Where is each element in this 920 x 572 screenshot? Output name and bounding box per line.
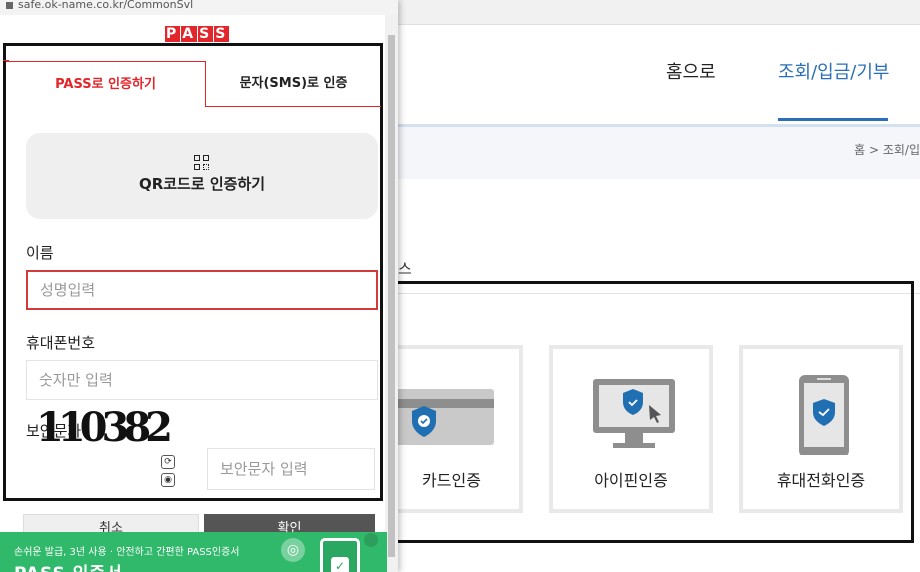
breadcrumb: 홈 > 조회/입 [854, 143, 920, 157]
qr-auth-button[interactable]: QR코드로 인증하기 [26, 133, 378, 219]
auth-popup-window: safe.ok-name.co.kr/CommonSvl PASS PASS로 … [0, 0, 398, 572]
phone-number-label: 휴대폰번호 [26, 334, 96, 352]
lock-icon [6, 1, 13, 9]
pass-cert-banner[interactable]: 손쉬운 발급, 3년 사용 · 안전하고 간편한 PASS인증서 PASS 인증… [0, 532, 387, 572]
captcha-input[interactable]: 보안문자 입력 [207, 448, 375, 490]
qr-auth-label: QR코드로 인증하기 [138, 175, 266, 193]
section-title-fragment: 스 [398, 260, 412, 278]
captcha-refresh-icon[interactable]: ⟳ [161, 455, 175, 469]
tab-sms-auth[interactable]: 문자(SMS)로 인증 [206, 61, 381, 107]
banner-close-icon[interactable] [364, 533, 378, 547]
banner-title: PASS 인증서 [14, 559, 123, 572]
popup-url-bar: safe.ok-name.co.kr/CommonSvl [0, 0, 398, 15]
annotation-box-site [389, 281, 914, 543]
popup-url-text: safe.ok-name.co.kr/CommonSvl [18, 0, 194, 11]
breadcrumb-band: 홈 > 조회/입 [398, 124, 920, 179]
scrollbar-thumb[interactable] [388, 35, 395, 557]
nav-active-underline [778, 118, 888, 121]
phone-number-input[interactable]: 숫자만 입력 [26, 360, 378, 400]
tab-pass-auth[interactable]: PASS로 인증하기 [6, 61, 206, 107]
qr-code-icon [194, 155, 210, 171]
banner-subtitle: 손쉬운 발급, 3년 사용 · 안전하고 간편한 PASS인증서 [14, 547, 240, 558]
fingerprint-icon: ◎ [281, 538, 305, 562]
pass-logo: PASS [165, 26, 230, 42]
name-label: 이름 [26, 244, 54, 262]
captcha-image: 110382 [36, 404, 173, 451]
nav-query-deposit-donation-link[interactable]: 조회/입금/기부 [778, 58, 890, 84]
nav-home-link[interactable]: 홈으로 [666, 58, 716, 84]
captcha-audio-icon[interactable]: ◉ [161, 473, 175, 487]
popup-scrollbar[interactable] [385, 15, 398, 572]
phone-check-icon: ✓ [320, 538, 360, 572]
name-input[interactable]: 성명입력 [26, 270, 378, 310]
